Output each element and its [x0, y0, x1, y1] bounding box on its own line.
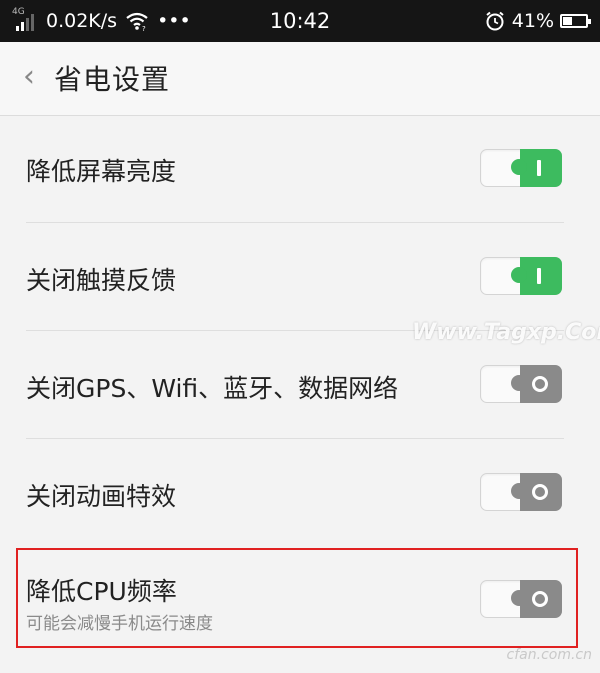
battery-fill — [563, 17, 572, 25]
toggle-knob — [511, 149, 562, 187]
back-button[interactable]: ‹ — [14, 60, 44, 96]
toggle-switch[interactable] — [480, 473, 562, 511]
setting-label: 关闭动画特效 — [26, 482, 177, 511]
toggle-switch[interactable] — [480, 257, 562, 295]
battery-icon — [560, 14, 591, 28]
setting-label: 关闭GPS、Wifi、蓝牙、数据网络 — [26, 374, 399, 403]
toggle-on-mark — [537, 160, 541, 176]
setting-label: 降低屏幕亮度 — [26, 157, 177, 186]
toggle-switch[interactable] — [480, 149, 562, 187]
setting-row-cpu[interactable]: 降低CPU频率 可能会减慢手机运行速度 — [0, 548, 600, 648]
wifi-icon: ? — [126, 12, 148, 31]
alarm-icon — [486, 11, 504, 31]
more-indicator: ••• — [157, 10, 191, 32]
svg-text:?: ? — [142, 25, 146, 31]
toggle-knob — [511, 365, 562, 403]
setting-row-animations[interactable]: 关闭动画特效 — [0, 439, 600, 545]
toggle-knob — [511, 473, 562, 511]
toggle-knob — [511, 257, 562, 295]
signal-icon: 4G — [12, 7, 38, 33]
setting-row-brightness[interactable]: 降低屏幕亮度 — [0, 116, 600, 222]
battery-percent: 41% — [511, 10, 554, 32]
toggle-off-mark — [532, 376, 548, 392]
setting-sublabel: 可能会减慢手机运行速度 — [26, 614, 213, 634]
network-speed: 0.02K/s — [46, 10, 118, 32]
setting-label: 关闭触摸反馈 — [26, 266, 177, 295]
toggle-knob — [511, 580, 562, 618]
toggle-off-mark — [532, 591, 548, 607]
header: ‹ 省电设置 — [0, 42, 600, 116]
setting-row-touch-feedback[interactable]: 关闭触摸反馈 — [0, 223, 600, 329]
corner-watermark: cfan.com.cn — [506, 647, 592, 663]
toggle-on-mark — [537, 268, 541, 284]
status-bar: 4G 0.02K/s ? ••• 10:42 41% — [0, 0, 600, 42]
page-title: 省电设置 — [54, 63, 171, 96]
toggle-switch[interactable] — [480, 580, 562, 618]
status-right: 41% — [484, 0, 591, 42]
toggle-off-mark — [532, 484, 548, 500]
setting-label: 降低CPU频率 — [26, 577, 177, 606]
status-left: 4G 0.02K/s ? ••• — [12, 0, 191, 42]
toggle-switch[interactable] — [480, 365, 562, 403]
setting-row-gps-wifi[interactable]: 关闭GPS、Wifi、蓝牙、数据网络 — [0, 331, 600, 437]
